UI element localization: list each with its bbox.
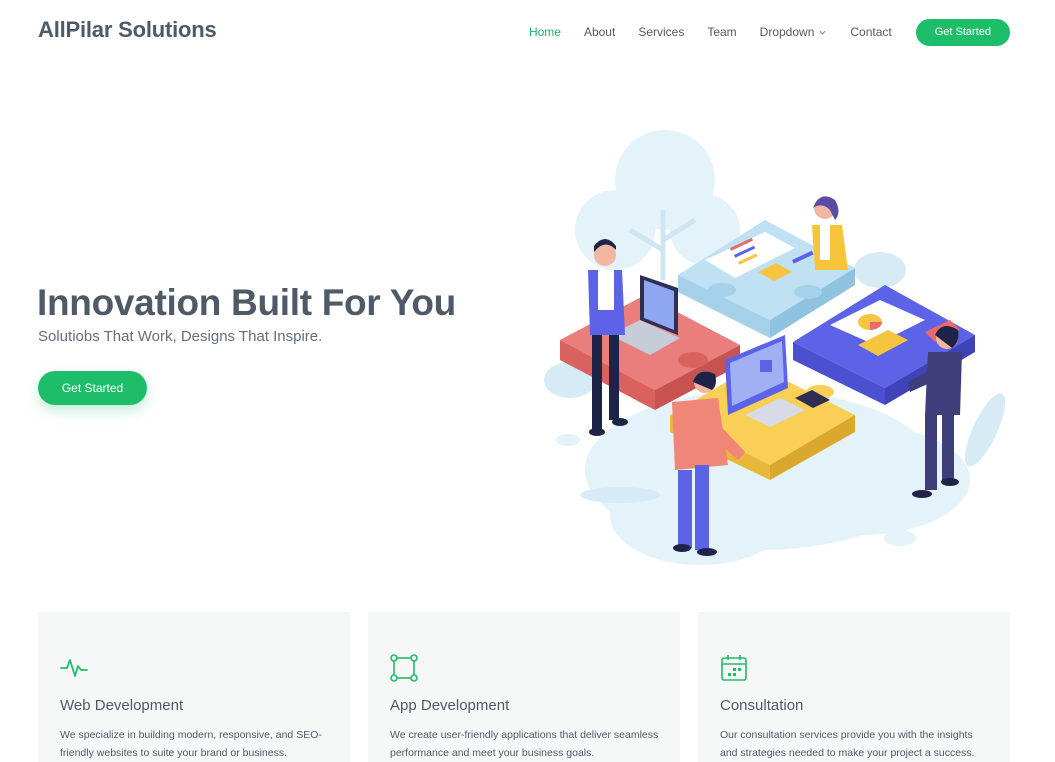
hero-title: Innovation Built For You	[37, 282, 456, 323]
service-title: Consultation	[720, 697, 804, 714]
nav-home[interactable]: Home	[529, 25, 561, 39]
nav-services[interactable]: Services	[638, 25, 684, 39]
activity-icon	[60, 659, 88, 677]
site-header: AllPilar Solutions Home About Services T…	[0, 0, 1055, 64]
service-card-app: App Development We create user-friendly …	[368, 612, 680, 762]
get-started-nav-button[interactable]: Get Started	[915, 18, 1010, 46]
chevron-down-icon	[819, 30, 826, 35]
nav-dropdown[interactable]: Dropdown	[760, 25, 828, 39]
service-description: Our consultation services provide you wi…	[720, 729, 975, 759]
main-nav: Home About Services Team Dropdown Contac…	[506, 18, 1010, 46]
hero-illustration	[544, 130, 1006, 565]
nav-contact[interactable]: Contact	[850, 25, 891, 39]
service-card-web: Web Development We specialize in buildin…	[38, 612, 350, 762]
calendar-icon	[721, 655, 747, 681]
service-card-consultation: Consultation Our consultation services p…	[698, 612, 1010, 762]
get-started-hero-button[interactable]: Get Started	[38, 371, 147, 405]
nav-about[interactable]: About	[584, 25, 615, 39]
service-description: We specialize in building modern, respon…	[60, 729, 322, 759]
bounding-box-icon	[390, 654, 418, 682]
person-top	[812, 196, 848, 270]
service-title: App Development	[390, 697, 510, 714]
site-logo[interactable]: AllPilar Solutions	[38, 17, 217, 43]
hero-subtitle: Solutiobs That Work, Designs That Inspir…	[38, 328, 323, 345]
nav-dropdown-label: Dropdown	[759, 25, 815, 39]
nav-team[interactable]: Team	[707, 25, 736, 39]
service-description: We create user-friendly applications tha…	[390, 729, 659, 759]
service-title: Web Development	[60, 697, 184, 714]
